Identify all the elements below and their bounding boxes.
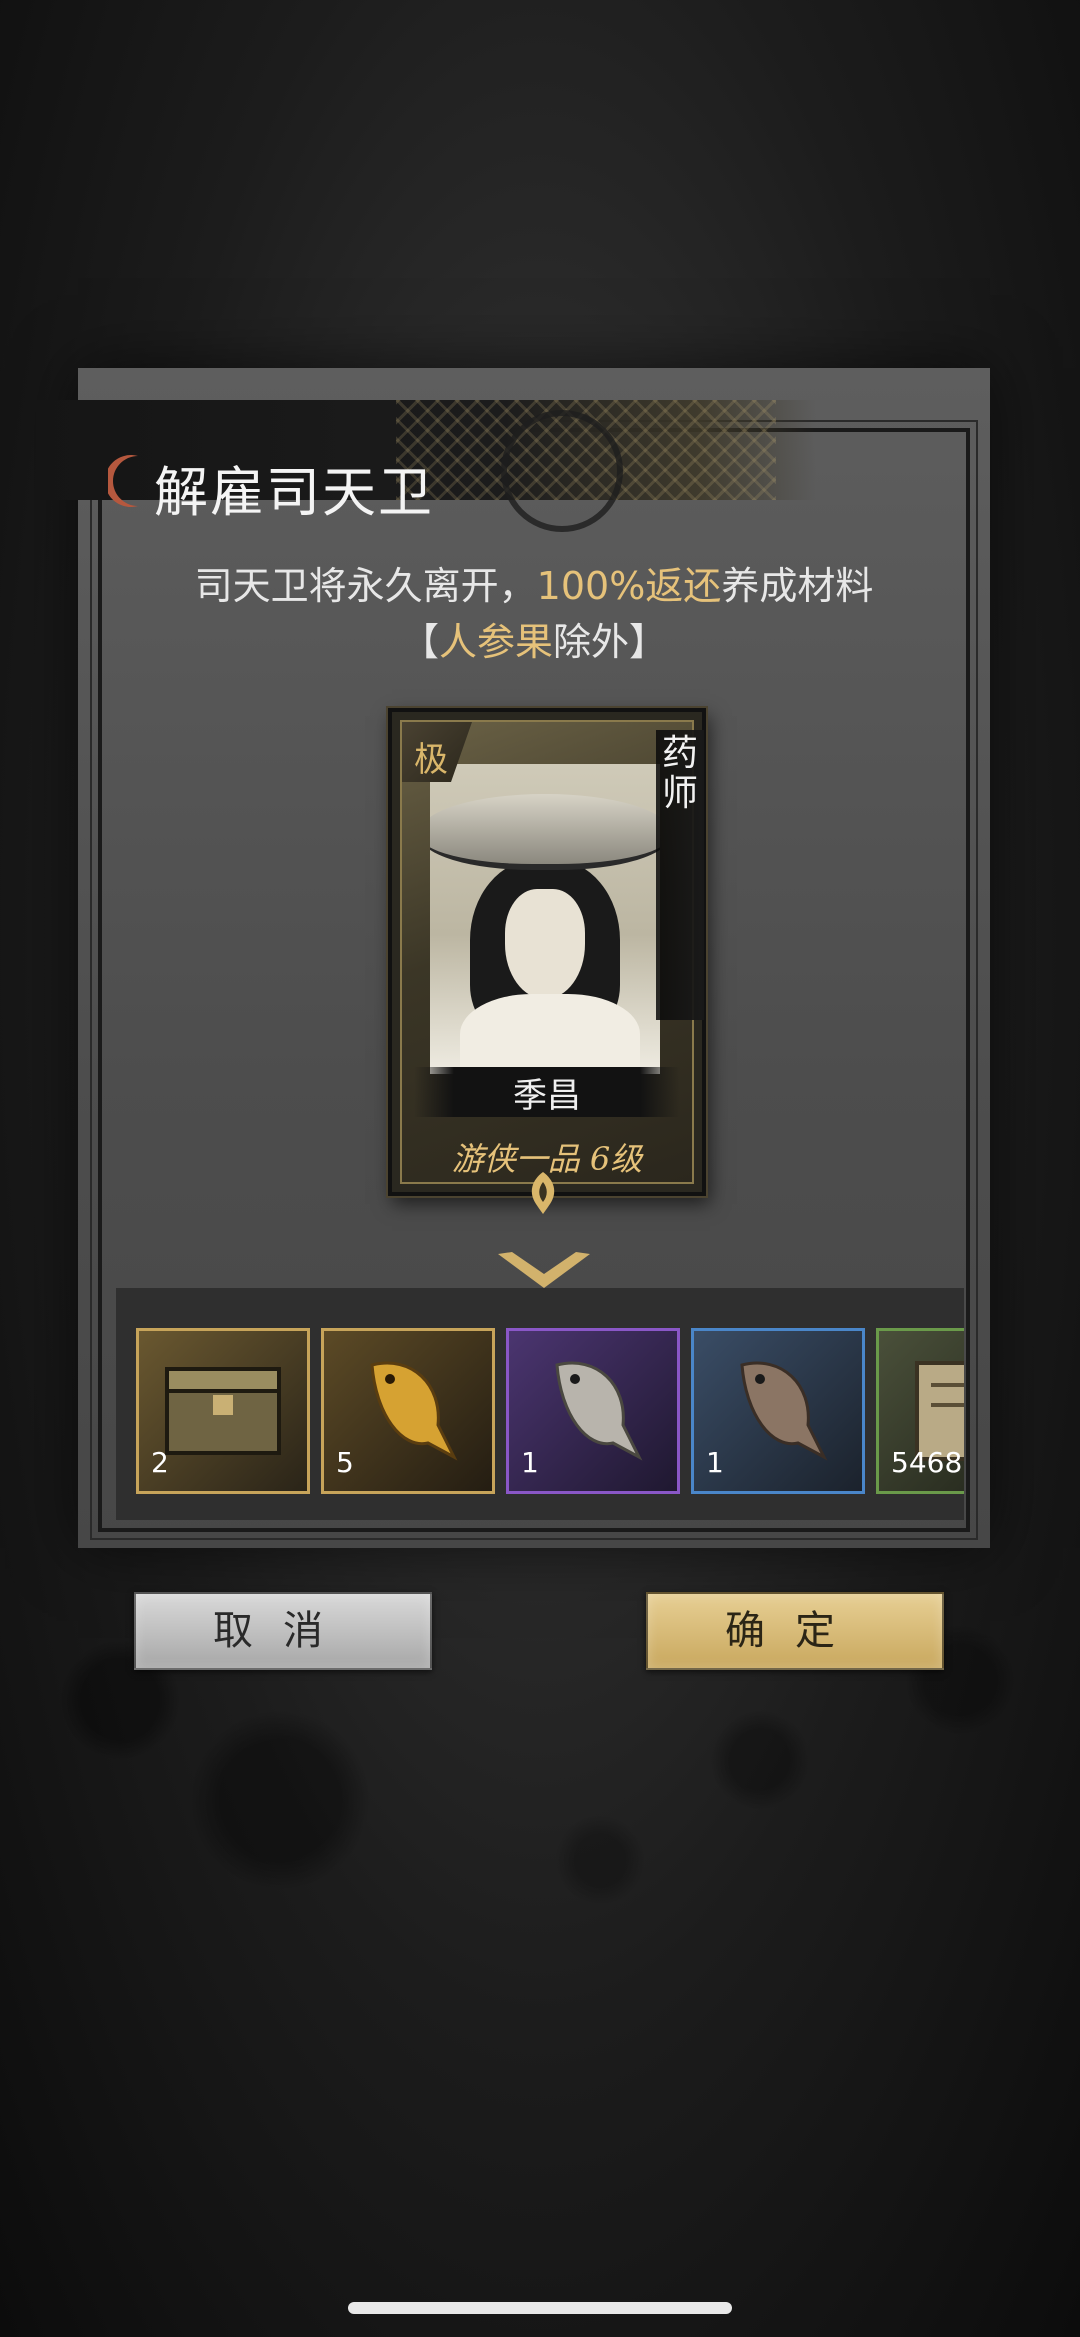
chevron-down-icon — [498, 1252, 590, 1288]
exception-item: 人参果 — [438, 620, 553, 664]
banner-flower-ornament — [501, 410, 623, 532]
character-card: 极 药师 季昌 游侠一品 6级 — [388, 708, 706, 1214]
dialog-title: 解雇司天卫 — [154, 461, 434, 524]
item-slot[interactable]: 5 — [321, 1328, 495, 1494]
item-slot[interactable]: 1 — [506, 1328, 680, 1494]
title-banner: 解雇司天卫 — [36, 400, 816, 532]
item-count: 5 — [336, 1446, 354, 1479]
card-inner: 极 药师 季昌 游侠一品 6级 — [400, 720, 704, 1184]
rank-label: 极 — [414, 740, 448, 780]
dismiss-notice: 司天卫将永久离开，100%返还养成材料 【人参果除外】 — [78, 558, 990, 670]
item-count: 1 — [706, 1446, 724, 1479]
crescent-icon — [108, 455, 138, 507]
item-count: 2 — [151, 1446, 169, 1479]
item-slot[interactable]: 5468 — [876, 1328, 964, 1494]
item-count: 1 — [521, 1446, 539, 1479]
dismiss-dialog: 解雇司天卫 司天卫将永久离开，100%返还养成材料 【人参果除外】 极 药师 季… — [36, 368, 990, 1548]
bronze-fish-icon — [740, 1361, 828, 1461]
character-portrait — [430, 764, 660, 1074]
notice-line-2: 【人参果除外】 — [400, 620, 668, 664]
notice-line-1: 司天卫将永久离开，100%返还养成材料 — [194, 564, 874, 608]
notice-highlight: 100%返还 — [536, 564, 722, 608]
cancel-button[interactable]: 取消 — [134, 1592, 432, 1670]
treasure-chest-icon — [165, 1367, 281, 1455]
item-count: 5468 — [891, 1446, 963, 1479]
character-name: 季昌 — [513, 1076, 581, 1116]
silver-fish-icon — [555, 1361, 643, 1461]
confirm-button[interactable]: 确定 — [646, 1592, 944, 1670]
gold-fish-icon — [370, 1361, 458, 1461]
home-indicator[interactable] — [348, 2302, 732, 2314]
item-slot[interactable]: 1 — [691, 1328, 865, 1494]
returned-items-row: 2 5 1 1 5468 — [116, 1288, 964, 1520]
emblem-icon — [531, 1172, 555, 1214]
class-label: 药师 — [661, 733, 698, 814]
item-slot[interactable]: 2 — [136, 1328, 310, 1494]
